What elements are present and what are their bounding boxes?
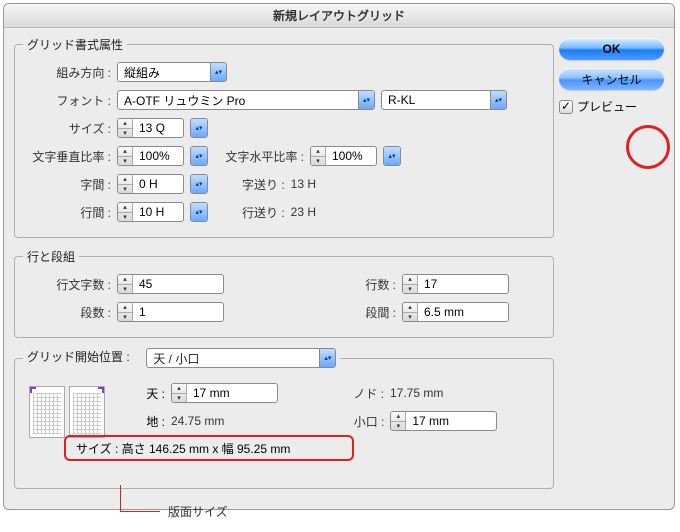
chevron-updown-icon: ▴▾	[384, 147, 400, 165]
gyokan-label: 行間 :	[23, 204, 111, 221]
chars-stepper[interactable]: ▴▾ 45	[117, 274, 224, 294]
chevron-down-icon[interactable]: ▾	[118, 185, 132, 194]
chevron-down-icon[interactable]: ▾	[118, 285, 132, 294]
gutter-stepper[interactable]: ▴▾ 6.5 mm	[402, 302, 509, 322]
gyokan-stepper[interactable]: ▴▾ 10 H	[117, 202, 184, 222]
aki-stepper[interactable]: ▴▾ 0 H	[117, 174, 184, 194]
cols-label: 段数 :	[23, 304, 111, 321]
chevron-up-icon[interactable]: ▴	[391, 412, 405, 422]
chevron-up-icon[interactable]: ▴	[172, 384, 186, 394]
chevron-down-icon[interactable]: ▾	[311, 157, 325, 166]
chevron-up-icon[interactable]: ▴	[118, 275, 132, 285]
chevron-down-icon[interactable]: ▾	[118, 213, 132, 222]
lines-columns-legend: 行と段組	[23, 248, 79, 265]
chi-value: 24.75 mm	[171, 414, 224, 428]
chevron-down-icon[interactable]: ▾	[118, 313, 132, 322]
cols-stepper[interactable]: ▴▾ 1	[117, 302, 224, 322]
chevron-updown-icon: ▴▾	[191, 147, 207, 165]
vscale-stepper[interactable]: ▴▾ 100%	[117, 146, 184, 166]
size-stepper[interactable]: ▴▾ 13 Q	[117, 118, 184, 138]
aki-label: 字間 :	[23, 176, 111, 193]
hscale-stepper[interactable]: ▴▾ 100%	[310, 146, 377, 166]
aki-menu[interactable]: ▴▾	[190, 174, 208, 194]
direction-select[interactable]: 縦組み ▴▾	[117, 62, 227, 82]
chevron-down-icon[interactable]: ▾	[403, 285, 417, 294]
grid-start-group: グリッド開始位置 : 天 / 小口 ▴▾ 天 : ▴▾	[14, 348, 554, 489]
annotation-leader-v	[120, 485, 121, 511]
grid-start-select[interactable]: 天 / 小口 ▴▾	[146, 348, 336, 368]
koguchi-stepper[interactable]: ▴▾ 17 mm	[390, 411, 497, 431]
preview-checkbox[interactable]	[559, 100, 573, 114]
font-label: フォント :	[23, 92, 111, 109]
chevron-up-icon[interactable]: ▴	[311, 147, 325, 157]
dialog-title: 新規レイアウトグリッド	[4, 4, 674, 28]
hscale-menu[interactable]: ▴▾	[383, 146, 401, 166]
chevron-down-icon[interactable]: ▾	[118, 129, 132, 138]
chevron-updown-icon: ▴▾	[191, 119, 207, 137]
size-menu[interactable]: ▴▾	[190, 118, 208, 138]
chi-label: 地 :	[117, 413, 165, 430]
lines-label: 行数 :	[356, 276, 396, 293]
koguchi-label: 小口 :	[340, 413, 384, 430]
nodo-value: 17.75 mm	[390, 386, 443, 400]
ten-stepper[interactable]: ▴▾ 17 mm	[171, 383, 278, 403]
chevron-updown-icon: ▴▾	[210, 63, 226, 81]
hscale-label: 文字水平比率 :	[214, 148, 304, 165]
chevron-up-icon[interactable]: ▴	[118, 175, 132, 185]
vscale-menu[interactable]: ▴▾	[190, 146, 208, 166]
chevron-down-icon[interactable]: ▾	[391, 422, 405, 431]
font-family-select[interactable]: A-OTF リュウミン Pro ▴▾	[117, 90, 375, 110]
nodo-label: ノド :	[340, 385, 384, 402]
direction-label: 組み方向 :	[23, 64, 111, 81]
gyookuri-value: 23 H	[291, 205, 316, 219]
chars-label: 行文字数 :	[23, 276, 111, 293]
cancel-button[interactable]: キャンセル	[559, 68, 664, 90]
chevron-up-icon[interactable]: ▴	[403, 275, 417, 285]
gyookuri-label: 行送り :	[242, 204, 285, 221]
font-style-select[interactable]: R-KL ▴▾	[381, 90, 507, 110]
grid-format-attributes-group: グリッド書式属性 組み方向 : 縦組み ▴▾ フォント : A-OTF リュウミ…	[14, 36, 554, 238]
annotation-label: 版面サイズ	[168, 503, 228, 520]
ok-button[interactable]: OK	[559, 38, 664, 60]
chevron-updown-icon: ▴▾	[191, 203, 207, 221]
chevron-up-icon[interactable]: ▴	[118, 303, 132, 313]
preview-label: プレビュー	[577, 98, 637, 115]
chevron-up-icon[interactable]: ▴	[118, 203, 132, 213]
annotation-leader-h	[120, 511, 160, 512]
chevron-updown-icon: ▴▾	[191, 175, 207, 193]
chevron-down-icon[interactable]: ▾	[403, 313, 417, 322]
chevron-up-icon[interactable]: ▴	[403, 303, 417, 313]
lines-stepper[interactable]: ▴▾ 17	[402, 274, 509, 294]
chevron-down-icon[interactable]: ▾	[172, 394, 186, 403]
chevron-up-icon[interactable]: ▴	[118, 147, 132, 157]
chevron-down-icon[interactable]: ▾	[118, 157, 132, 166]
chevron-updown-icon: ▴▾	[358, 91, 374, 109]
lines-columns-group: 行と段組 行文字数 : ▴▾ 45 行数 : ▴▾ 17 段数 : ▴▾ 1	[14, 248, 554, 338]
gutter-label: 段間 :	[356, 304, 396, 321]
grid-start-legend: グリッド開始位置 : 天 / 小口 ▴▾	[23, 348, 340, 368]
ten-label: 天 :	[117, 385, 165, 402]
chevron-updown-icon: ▴▾	[490, 91, 506, 109]
vscale-label: 文字垂直比率 :	[23, 148, 111, 165]
spread-thumbnail	[23, 382, 111, 442]
size-label: サイズ :	[23, 120, 111, 137]
grid-format-legend: グリッド書式属性	[23, 36, 127, 53]
chevron-updown-icon: ▴▾	[319, 349, 335, 367]
gyokan-menu[interactable]: ▴▾	[190, 202, 208, 222]
chevron-up-icon[interactable]: ▴	[118, 119, 132, 129]
jiokuri-value: 13 H	[291, 177, 316, 191]
jiokuri-label: 字送り :	[242, 176, 285, 193]
